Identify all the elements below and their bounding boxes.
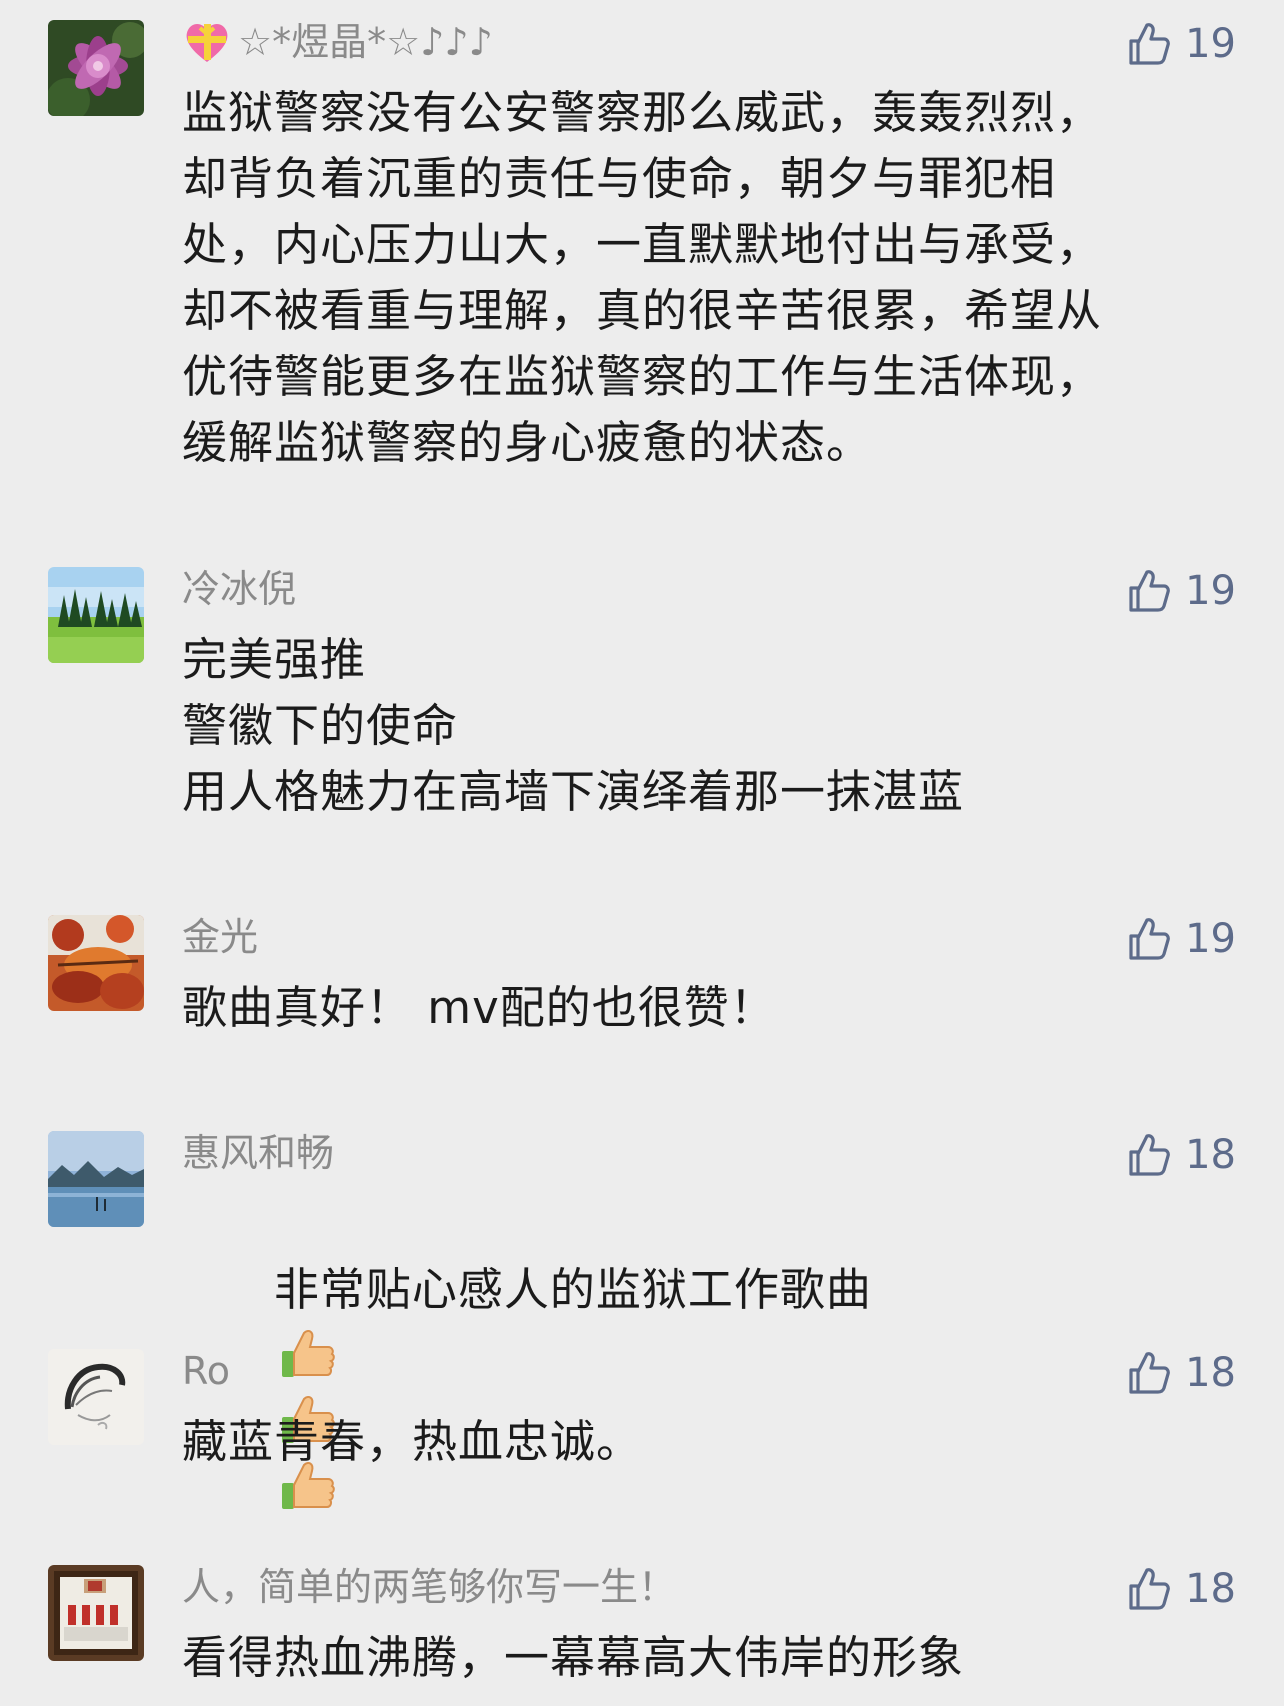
avatar[interactable] bbox=[48, 20, 144, 116]
comment-author[interactable]: Ro bbox=[182, 1349, 230, 1393]
comment-author[interactable]: 金光 bbox=[182, 915, 258, 959]
comment-item: 冷冰倪 19 完美强推 警徽下的使命 用人格魅力在高墙下演绎着那一抹湛蓝 bbox=[0, 567, 1284, 827]
comment-item: 金光 19 歌曲真好！ mv配的也很赞！ bbox=[0, 915, 1284, 1045]
like-button[interactable]: 19 bbox=[1125, 915, 1236, 963]
like-button[interactable]: 19 bbox=[1125, 567, 1236, 615]
comment-text: 藏蓝青春，热血忠诚。 bbox=[182, 1415, 643, 1468]
heart-gift-icon bbox=[186, 24, 228, 62]
thumbs-up-outline-icon bbox=[1129, 918, 1170, 960]
like-count: 18 bbox=[1185, 1132, 1236, 1178]
comment-text: 监狱警察没有公安警察那么威武，轰轰烈烈， 却背负着沉重的责任与使命，朝夕与罪犯相… bbox=[182, 86, 1103, 469]
thumbs-up-outline-icon bbox=[1129, 23, 1170, 65]
avatar[interactable] bbox=[48, 915, 144, 1011]
comment-author[interactable]: 惠风和畅 bbox=[182, 1131, 334, 1175]
comment-item: 惠风和畅 18 非常贴心感人的监狱工作歌曲 bbox=[0, 1131, 1284, 1509]
like-count: 19 bbox=[1185, 916, 1236, 962]
thumbs-up-outline-icon bbox=[1129, 1352, 1170, 1394]
comment-item: 人，简单的两笔够你写一生！ 18 看得热血沸腾，一幕幕高大伟岸的形象 bbox=[0, 1565, 1284, 1705]
like-button[interactable]: 19 bbox=[1125, 20, 1236, 68]
comment-item: ☆*煜晶*☆♪♪♪ 19 监狱警察没有公安警察那么威武，轰轰烈烈， 却背负着沉重… bbox=[0, 20, 1284, 470]
like-count: 18 bbox=[1185, 1350, 1236, 1396]
thumbs-up-outline-icon bbox=[1129, 1134, 1170, 1176]
comment-author[interactable]: 人，简单的两笔够你写一生！ bbox=[182, 1565, 676, 1609]
avatar[interactable] bbox=[48, 1349, 144, 1445]
like-button[interactable]: 18 bbox=[1125, 1565, 1236, 1613]
comment-text: 看得热血沸腾，一幕幕高大伟岸的形象 bbox=[182, 1631, 965, 1684]
comment-text: 歌曲真好！ mv配的也很赞！ bbox=[182, 981, 776, 1034]
like-button[interactable]: 18 bbox=[1125, 1349, 1236, 1397]
comment-list: ☆*煜晶*☆♪♪♪ 19 监狱警察没有公安警察那么威武，轰轰烈烈， 却背负着沉重… bbox=[0, 0, 1284, 1706]
author-name: ☆*煜晶*☆♪♪♪ bbox=[238, 20, 493, 64]
avatar[interactable] bbox=[48, 567, 144, 663]
comment-text: 完美强推 警徽下的使命 用人格魅力在高墙下演绎着那一抹湛蓝 bbox=[182, 633, 965, 818]
like-count: 19 bbox=[1185, 21, 1236, 67]
comment-text-body: 非常贴心感人的监狱工作歌曲 bbox=[273, 1263, 872, 1316]
thumbs-up-outline-icon bbox=[1129, 570, 1170, 612]
comment-item: Ro 18 藏蓝青春，热血忠诚。 bbox=[0, 1349, 1284, 1479]
like-count: 19 bbox=[1185, 568, 1236, 614]
comment-author[interactable]: ☆*煜晶*☆♪♪♪ bbox=[182, 20, 493, 64]
like-button[interactable]: 18 bbox=[1125, 1131, 1236, 1179]
avatar[interactable] bbox=[48, 1131, 144, 1227]
comment-author[interactable]: 冷冰倪 bbox=[182, 567, 296, 611]
like-count: 18 bbox=[1185, 1566, 1236, 1612]
thumbs-up-outline-icon bbox=[1129, 1568, 1170, 1610]
avatar[interactable] bbox=[48, 1565, 144, 1661]
